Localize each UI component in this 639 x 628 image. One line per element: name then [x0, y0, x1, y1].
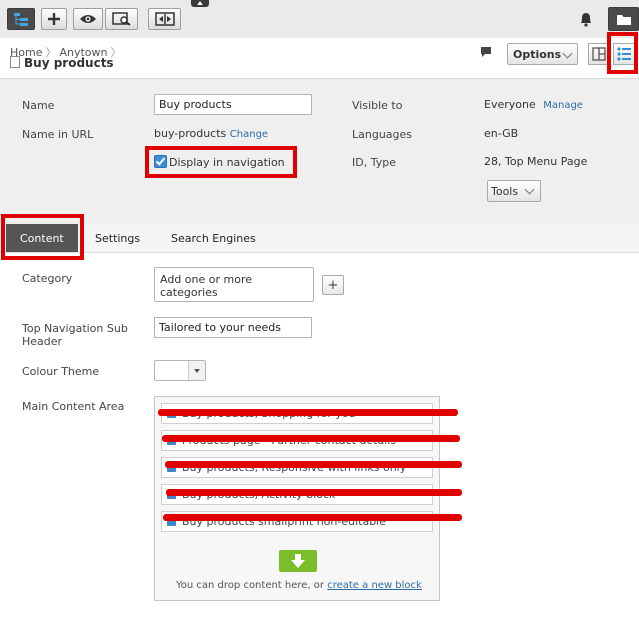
top-toolbar	[0, 0, 639, 38]
layout-icon	[592, 47, 606, 61]
page-document-icon	[10, 56, 20, 68]
annotation-highlight-box	[607, 32, 638, 74]
main-content-area-label: Main Content Area	[22, 400, 125, 413]
drop-zone-text: You can drop content here, or	[176, 580, 325, 591]
change-url-link[interactable]: Change	[230, 129, 268, 140]
id-type-value: 28, Top Menu Page	[484, 155, 588, 168]
chevron-down-icon	[524, 184, 535, 195]
page-tree-icon	[14, 13, 28, 26]
manage-access-link[interactable]: Manage	[543, 100, 583, 111]
preview-zoom-icon	[111, 12, 131, 26]
add-button[interactable]	[41, 8, 67, 30]
category-selector[interactable]: Add one or more categories	[154, 267, 314, 302]
tab-bar: Content Settings Search Engines	[0, 224, 639, 253]
languages-label: Languages	[352, 128, 413, 141]
visible-to-label: Visible to	[352, 99, 403, 112]
category-label: Category	[22, 272, 73, 285]
compare-button[interactable]	[148, 8, 181, 30]
tools-button[interactable]: Tools	[487, 180, 541, 202]
annotation-strike-line	[165, 461, 462, 468]
visible-to-text: Everyone	[484, 98, 536, 111]
annotation-strike-line	[163, 514, 462, 521]
colour-theme-label: Colour Theme	[22, 365, 100, 378]
drop-zone-hint: You can drop content here, or create a n…	[176, 580, 422, 591]
annotation-highlight-box	[1, 214, 84, 260]
drop-zone-arrow-icon	[279, 550, 317, 572]
name-label: Name	[22, 99, 55, 112]
page-tree-button[interactable]	[7, 8, 35, 30]
folder-icon	[616, 14, 631, 25]
view-settings-button[interactable]	[105, 8, 138, 30]
compare-icon	[154, 12, 175, 26]
annotation-highlight-box	[145, 146, 297, 178]
plus-icon	[48, 13, 60, 25]
add-category-button[interactable]: +	[322, 275, 344, 295]
create-new-block-link[interactable]: create a new block	[327, 580, 422, 591]
colour-theme-select[interactable]	[154, 360, 206, 381]
options-button[interactable]: Options	[507, 43, 578, 65]
chevron-down-icon	[562, 48, 573, 59]
name-in-url-label: Name in URL	[22, 128, 94, 141]
bell-icon[interactable]	[578, 11, 594, 30]
top-navigation-sub-header-input[interactable]	[154, 317, 312, 338]
comments-icon[interactable]	[480, 46, 492, 61]
top-navigation-sub-header-label: Top Navigation Sub Header	[22, 322, 128, 348]
plus-icon: +	[327, 277, 339, 293]
pin-toggle-icon[interactable]	[191, 0, 209, 7]
languages-value: en-GB	[484, 127, 519, 140]
visible-to-value: Everyone Manage	[484, 98, 583, 111]
eye-icon	[80, 15, 96, 23]
url-segment-text: buy-products	[154, 127, 227, 140]
options-label: Options	[513, 47, 562, 61]
id-type-label: ID, Type	[352, 156, 396, 169]
annotation-strike-line	[166, 489, 462, 496]
annotation-strike-line	[158, 409, 458, 416]
assets-panel-button[interactable]	[608, 7, 639, 31]
name-in-url-value: buy-products Change	[154, 127, 268, 140]
page-title-text: Buy products	[24, 56, 114, 70]
name-input[interactable]	[154, 94, 312, 115]
annotation-strike-line	[162, 435, 460, 442]
tab-search-engines[interactable]: Search Engines	[171, 224, 256, 252]
tab-settings[interactable]: Settings	[95, 224, 140, 252]
tools-label: Tools	[491, 184, 519, 198]
preview-button[interactable]	[73, 8, 103, 30]
dropdown-arrow-icon	[188, 361, 205, 380]
page-title: Buy products	[10, 56, 114, 70]
